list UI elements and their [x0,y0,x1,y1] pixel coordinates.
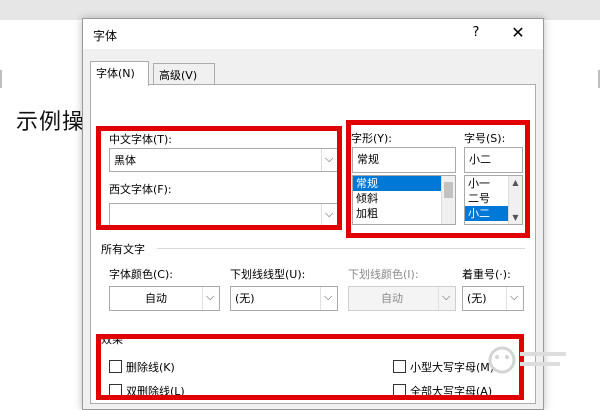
chinese-font-value: 黑体 [114,154,136,167]
font-style-input[interactable]: 常规 [352,147,456,173]
font-tab-panel: 中文字体(T): 黑体 西文字体(F): 字形(Y): 常规 常规 倾斜 加粗 … [90,84,536,404]
chevron-up-icon[interactable]: ▲ [510,177,521,188]
strikethrough-label: 删除线(K) [126,361,175,374]
list-item[interactable]: 倾斜 [353,191,455,206]
emphasis-mark-label: 着重号(·): [462,268,511,281]
style-scrollbar[interactable] [441,176,455,224]
emphasis-mark-value: (无) [467,292,487,305]
western-font-select[interactable] [109,203,339,227]
chevron-down-icon[interactable]: ▼ [510,212,521,223]
document-ruler-strip [0,0,600,20]
chevron-down-icon[interactable] [320,287,337,310]
underline-color-value: 自动 [381,292,403,305]
watermark-logo [482,340,572,380]
all-caps-label: 全部大写字母(A) [410,385,493,398]
western-font-label: 西文字体(F): [109,183,172,196]
document-sample-text: 示例操 [16,110,86,135]
list-item[interactable]: 加粗 [353,206,455,221]
list-item[interactable]: 常规 [353,176,455,191]
underline-style-select[interactable]: (无) [230,286,338,311]
underline-color-select: 自动 [348,286,456,311]
font-style-label: 字形(Y): [351,132,393,145]
section-divider [131,338,525,339]
underline-style-value: (无) [235,292,255,305]
dialog-title: 字体 [93,29,118,43]
scrollbar-thumb[interactable] [444,182,453,198]
chevron-down-icon [438,287,455,310]
font-color-value: 自动 [145,292,167,305]
all-caps-checkbox[interactable] [393,384,406,397]
font-size-list[interactable]: 小一 二号 小二 ▲ ▼ [464,175,523,225]
chevron-down-icon[interactable] [321,149,338,171]
effects-heading: 效果 [101,333,123,346]
emphasis-mark-select[interactable]: (无) [462,286,524,311]
underline-color-label: 下划线颜色(I): [348,268,419,281]
font-style-value: 常规 [357,153,379,166]
font-dialog: 字体 ? ✕ 字体(N) 高级(V) 中文字体(T): 黑体 西文字体(F): … [82,18,544,410]
size-scrollbar[interactable]: ▲ ▼ [508,176,522,224]
tab-font[interactable]: 字体(N) [90,61,149,86]
chinese-font-select[interactable]: 黑体 [109,148,339,172]
small-caps-checkbox[interactable] [393,360,406,373]
chevron-down-icon[interactable] [321,204,338,226]
font-style-list[interactable]: 常规 倾斜 加粗 [352,175,456,225]
chevron-down-icon[interactable] [202,287,219,310]
font-size-value: 小二 [469,153,491,166]
chevron-down-icon[interactable] [506,287,523,310]
underline-style-label: 下划线线型(U): [230,268,306,281]
font-size-input[interactable]: 小二 [464,147,523,173]
font-color-label: 字体颜色(C): [109,268,173,281]
close-button[interactable]: ✕ [507,23,529,43]
all-text-heading: 所有文字 [101,243,145,256]
section-divider [157,248,525,249]
strikethrough-checkbox[interactable] [109,360,122,373]
double-strikethrough-checkbox[interactable] [109,384,122,397]
double-strikethrough-label: 双删除线(L) [126,385,185,398]
dialog-titlebar: 字体 ? ✕ [83,19,543,49]
margin-mark-left [0,70,2,88]
chinese-font-label: 中文字体(T): [109,133,173,146]
font-color-select[interactable]: 自动 [109,286,220,311]
font-size-label: 字号(S): [464,132,506,145]
help-button[interactable]: ? [466,25,486,43]
